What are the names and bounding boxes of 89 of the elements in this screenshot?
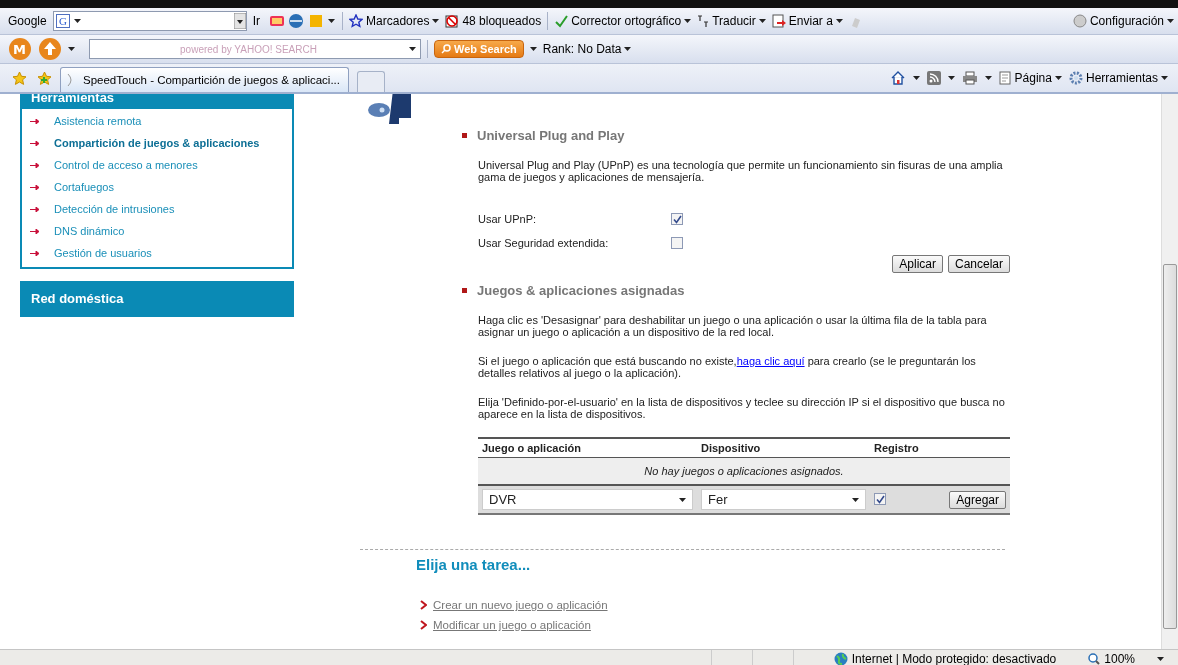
option-label: Usar Seguridad extendida: [478,237,610,249]
create-link[interactable]: haga clic aquí [736,355,805,367]
dropdown-caret-icon[interactable] [409,47,416,51]
page-menu[interactable]: Página [998,71,1062,85]
google-g-icon: G [55,14,70,28]
paragraph-text: Haga clic es 'Desasignar' para deshabilitar un juego o una aplicación o usar la última fila de la tabla para asignar un juego o aplicación a un dispositivo de la red local. [478,314,988,338]
go-button[interactable]: Ir [252,14,261,28]
dropdown-caret-icon[interactable] [835,19,843,23]
tools-menu[interactable]: Herramientas [1068,71,1168,85]
scrollbar[interactable] [1161,94,1178,649]
feed-icon[interactable] [926,71,941,85]
dropdown-caret-icon[interactable] [679,497,686,502]
security-zone-text: Internet | Modo protegido: desactivado [851,651,1057,665]
dropdown-caret-icon[interactable] [984,76,992,80]
dropdown-caret-icon[interactable] [1157,656,1164,661]
rank-menu[interactable]: Rank: No Data [542,42,632,56]
sidebar-link[interactable]: Detección de intrusiones [30,203,292,215]
device-select[interactable]: Fer [701,489,866,510]
game-select[interactable]: DVR [482,489,693,510]
paragraph-text: Elija 'Definido-por-el-usuario' en la lista de dispositivos y teclee su dirección IP si el dispositivo que busca no aparece en la lista de dispositivos. [478,396,1006,420]
dropdown-caret-icon[interactable] [68,47,75,51]
gear-icon [1068,71,1083,85]
up-arrow-button-icon[interactable] [38,37,62,61]
arrow-icon [30,162,40,168]
zoom-icon [1088,652,1101,665]
google-logo: Google [8,14,47,28]
sidebar-link[interactable]: Control de acceso a menores [30,159,292,171]
sidebar-link[interactable]: Compartición de juegos & aplicaciones [30,137,292,149]
dropdown-caret-icon[interactable] [1167,19,1174,23]
search-field[interactable]: G [52,11,247,31]
task-link[interactable]: Modificar un juego o aplicación [433,619,591,631]
star-icon[interactable] [12,70,27,86]
dropdown-caret-icon[interactable] [912,76,920,80]
arrow-icon [30,206,40,212]
checkbox[interactable] [671,237,683,249]
dropdown-caret-icon[interactable] [947,76,955,80]
empty-message: No hay juegos o aplicaciones asignados. [478,457,1010,485]
panel-title: Red doméstica [22,283,292,315]
send-to-button[interactable]: Enviar a [771,14,843,28]
checkbox[interactable] [671,213,683,225]
checkbox[interactable] [874,493,886,506]
option-label: Usar UPnP: [478,213,538,225]
gamepad-icon [365,94,411,124]
add-star-icon[interactable] [37,70,52,86]
search-icon [441,44,451,54]
sidebar-link[interactable]: Asistencia remota [30,115,292,127]
zoom-control[interactable]: 100% [1088,651,1164,665]
arrow-icon [30,118,40,124]
star-icon [349,14,364,28]
printer-icon[interactable] [961,71,978,85]
section-title: Juegos & aplicaciones asignadas [462,283,1010,298]
settings-menu[interactable]: Configuración [1072,14,1174,28]
blocked-popup-icon [445,14,460,28]
send-document-icon [771,14,786,28]
dropdown-caret-icon[interactable] [73,19,81,23]
tasks-title: Elija una tarea... [416,556,532,573]
sidebar-link[interactable]: DNS dinámico [30,225,292,237]
translate-button[interactable]: Traducir [697,14,766,28]
dropdown-caret-icon[interactable] [529,47,537,51]
browser-tab[interactable]: SpeedTouch - Compartición de juegos & aplicaci... [60,67,349,92]
action-button[interactable]: Aplicar [892,255,943,273]
dropdown-caret-icon[interactable] [758,19,766,23]
spellcheck-icon [554,14,569,28]
globe-icon [833,651,848,665]
action-button[interactable]: Cancelar [947,255,1010,273]
dropdown-caret-icon[interactable] [432,19,440,23]
dropdown-caret-icon[interactable] [1161,76,1168,80]
dropdown-caret-icon[interactable] [684,19,692,23]
dropdown-caret-icon[interactable] [852,497,859,502]
dropdown-caret-icon[interactable] [1054,76,1062,80]
bookmarks-menu[interactable]: Marcadores [349,14,440,28]
task-link[interactable]: Crear un nuevo juego o aplicación [433,599,608,611]
paragraph-text: Si el juego o aplicación que está buscando no existe,haga clic aquí para crearlo (se le preguntarán los detalles relativos al juego o la aplicación). [478,355,977,379]
arrow-icon [30,250,40,256]
arrow-icon [30,228,40,234]
spellcheck-button[interactable]: Corrector ortográfico [554,14,692,28]
dropdown-button-icon[interactable] [233,13,246,29]
section-title: Universal Plug and Play [462,128,1010,143]
arrow-icon [30,184,40,190]
add-button[interactable]: Agregar [949,490,1006,509]
circle-icon [1072,14,1087,28]
arrow-icon [30,140,40,146]
dropdown-caret-icon[interactable] [624,47,632,51]
home-icon[interactable] [889,70,906,86]
description-text: Universal Plug and Play (UPnP) es una tecnología que permite un funcionamiento sin fisuras de una amplia gama de juegos y aplicaciones de mensajería. [478,159,1004,183]
translate-icon [697,14,710,28]
sidebar-link[interactable]: Gestión de usuarios [30,247,292,259]
sidebar-link[interactable]: Cortafuegos [30,181,292,193]
popup-blocker-button[interactable]: 48 bloqueados [445,14,542,28]
